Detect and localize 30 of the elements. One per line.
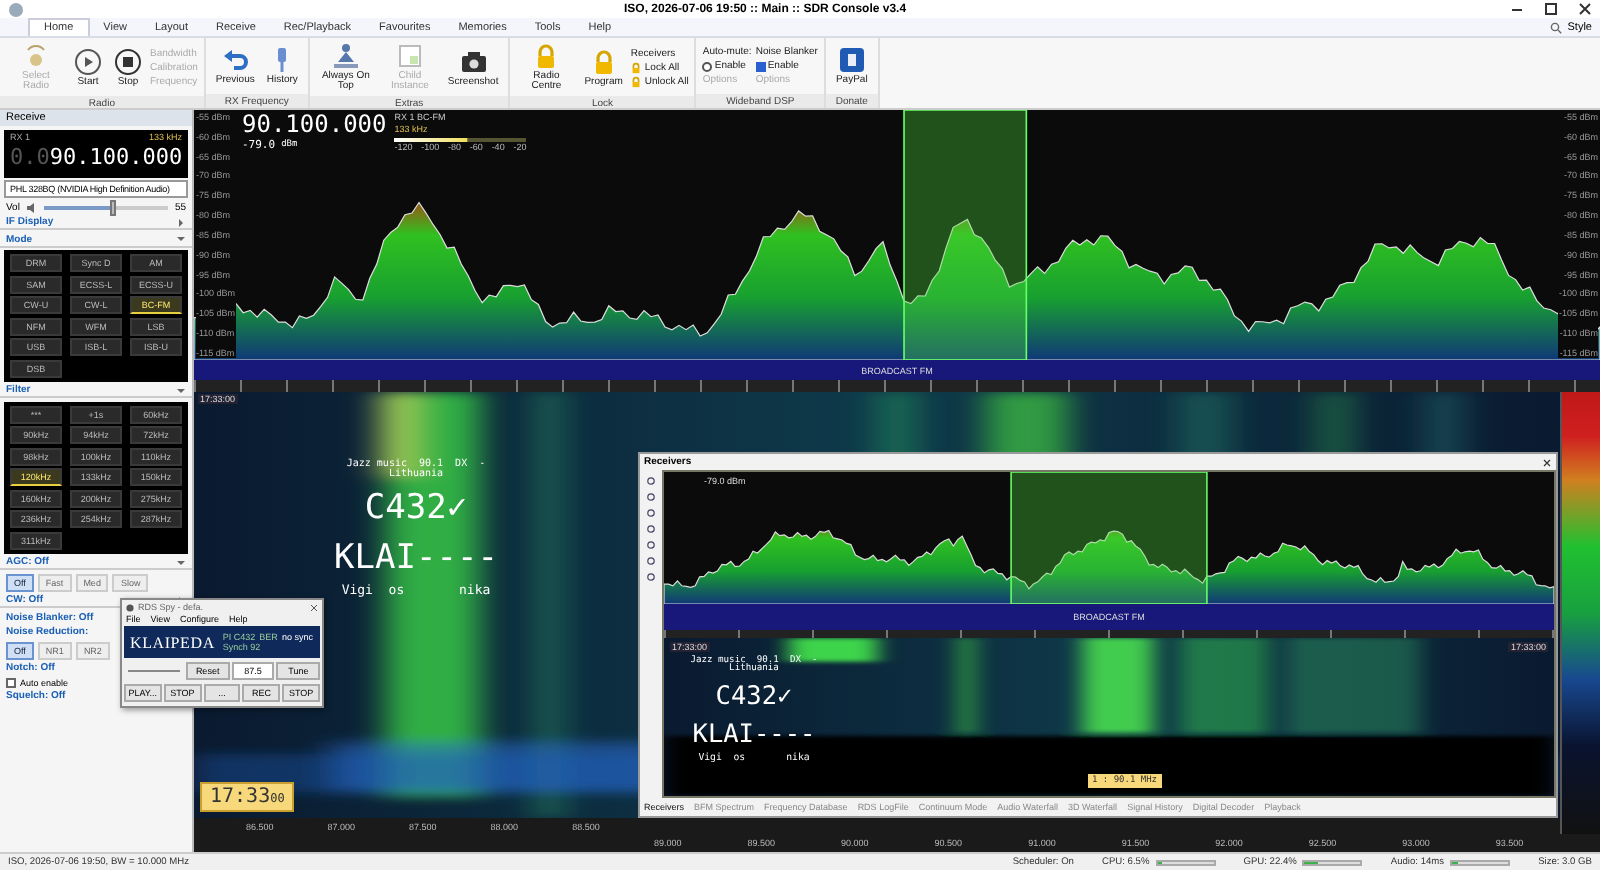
- close-icon[interactable]: [1542, 457, 1552, 467]
- rds-text: C432✓: [364, 489, 468, 529]
- collapse-icon[interactable]: [176, 557, 186, 567]
- enable-checkbox[interactable]: [755, 61, 766, 71]
- volume-slider[interactable]: [109, 199, 116, 215]
- undo-arrow-icon: [221, 46, 250, 74]
- close-icon[interactable]: [1578, 2, 1592, 16]
- maximize-icon[interactable]: [1544, 2, 1558, 16]
- frequency-reading: 90.100.000: [242, 112, 387, 138]
- camera-icon: [459, 47, 488, 75]
- app-logo-icon: [8, 1, 24, 17]
- stop-icon: [114, 47, 142, 75]
- collapse-icon[interactable]: [176, 234, 186, 244]
- app-icon: [126, 603, 134, 611]
- antenna-icon: [22, 42, 50, 70]
- rds-text: KLAI----: [692, 721, 816, 751]
- frequency-prefix: 0.0: [10, 143, 50, 169]
- enable-checkbox[interactable]: [702, 61, 713, 71]
- expand-icon[interactable]: [176, 217, 186, 227]
- play-icon: [74, 47, 102, 75]
- tile-icon: [837, 46, 866, 74]
- close-icon[interactable]: [310, 603, 318, 611]
- search-icon[interactable]: [1549, 21, 1562, 33]
- stack-icon: [331, 42, 360, 70]
- station-name: KLAIPEDA: [130, 633, 215, 651]
- rds-text: C432✓: [715, 683, 793, 713]
- collapse-icon[interactable]: [176, 385, 186, 395]
- rds-text: KLAI----: [334, 540, 498, 580]
- auto-enable-checkbox[interactable]: [6, 677, 16, 687]
- frequency-reading: 90.100.000: [49, 143, 183, 169]
